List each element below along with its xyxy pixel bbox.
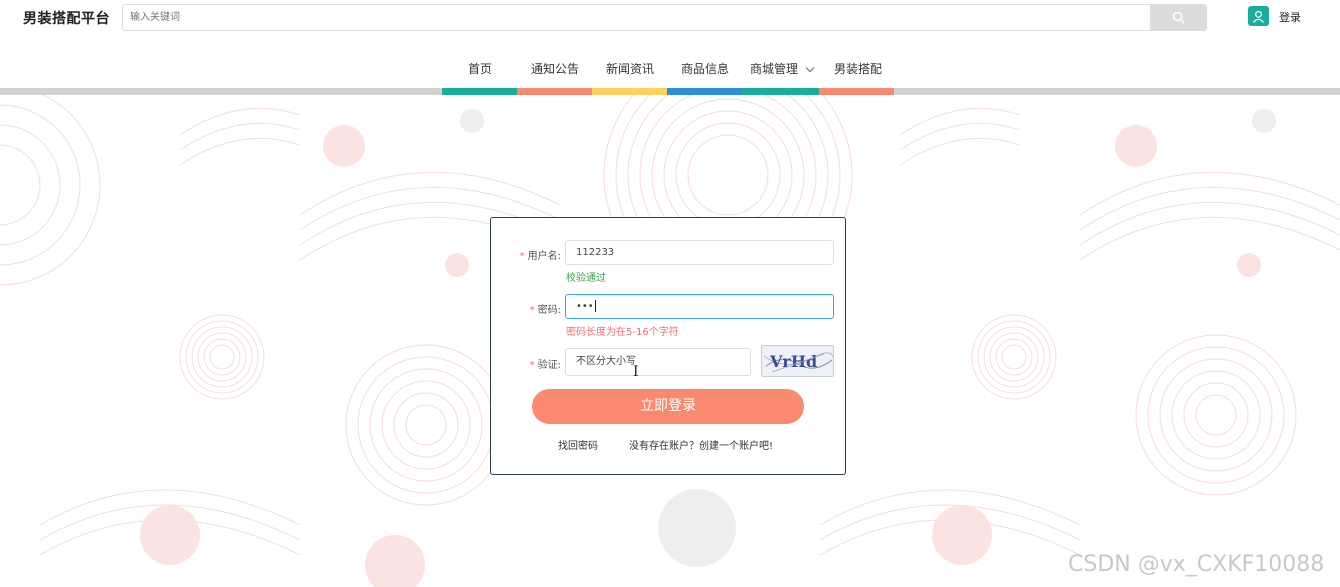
- search-button[interactable]: [1150, 4, 1207, 31]
- stripe-seg: [517, 88, 592, 95]
- watermark: CSDN @vx_CXKF10088: [1068, 552, 1325, 577]
- nav-item-products[interactable]: 商品信息: [681, 60, 729, 77]
- password-value: •••: [576, 301, 594, 312]
- nav-item-notices[interactable]: 通知公告: [531, 60, 579, 77]
- stripe-seg: [742, 88, 819, 95]
- username-field[interactable]: 112233: [565, 240, 834, 265]
- nav-item-mall-admin-label: 商城管理: [750, 62, 799, 76]
- stripe-seg: [592, 88, 667, 95]
- login-form: * 用户名: 112233 校验通过 * 密码: ••• 密码长度为在5-16个字符…: [490, 217, 846, 475]
- text-cursor-icon: I: [633, 364, 639, 380]
- captcha-label: * 验证:: [529, 360, 561, 371]
- user-icon[interactable]: [1248, 6, 1269, 26]
- login-link[interactable]: 登录: [1279, 9, 1301, 25]
- nav-item-home[interactable]: 首页: [468, 60, 492, 77]
- stripe-seg: [667, 88, 742, 95]
- nav-item-mall-admin[interactable]: 商城管理: [750, 60, 815, 77]
- chevron-down-icon: [805, 67, 815, 73]
- search-icon: [1172, 11, 1185, 24]
- login-submit-button[interactable]: 立即登录: [532, 389, 804, 424]
- forgot-password-link[interactable]: 找回密码: [558, 437, 598, 452]
- site-title[interactable]: 男装搭配平台: [23, 8, 110, 28]
- password-label: * 密码:: [529, 305, 561, 316]
- stripe-seg: [819, 88, 894, 95]
- main-nav: 首页 通知公告 新闻资讯 商品信息 商城管理 男装搭配: [0, 56, 1340, 80]
- text-caret: [594, 300, 596, 312]
- username-label: * 用户名:: [519, 251, 561, 262]
- nav-item-outfits[interactable]: 男装搭配: [834, 60, 882, 77]
- nav-item-news[interactable]: 新闻资讯: [606, 60, 654, 77]
- top-header: 男装搭配平台 登录: [0, 0, 1340, 34]
- nav-color-stripe: [0, 88, 1340, 95]
- search-input[interactable]: [122, 4, 1150, 31]
- stripe-seg: [442, 88, 517, 95]
- username-valid-msg: 校验通过: [566, 273, 606, 284]
- password-error-msg: 密码长度为在5-16个字符: [566, 327, 679, 338]
- captcha-text: VrHd: [769, 352, 817, 371]
- password-field[interactable]: •••: [565, 294, 834, 319]
- captcha-field[interactable]: 不区分大小写: [565, 348, 751, 376]
- captcha-image[interactable]: VrHd: [761, 345, 834, 377]
- register-link[interactable]: 没有存在账户？创建一个账户吧!: [629, 437, 773, 452]
